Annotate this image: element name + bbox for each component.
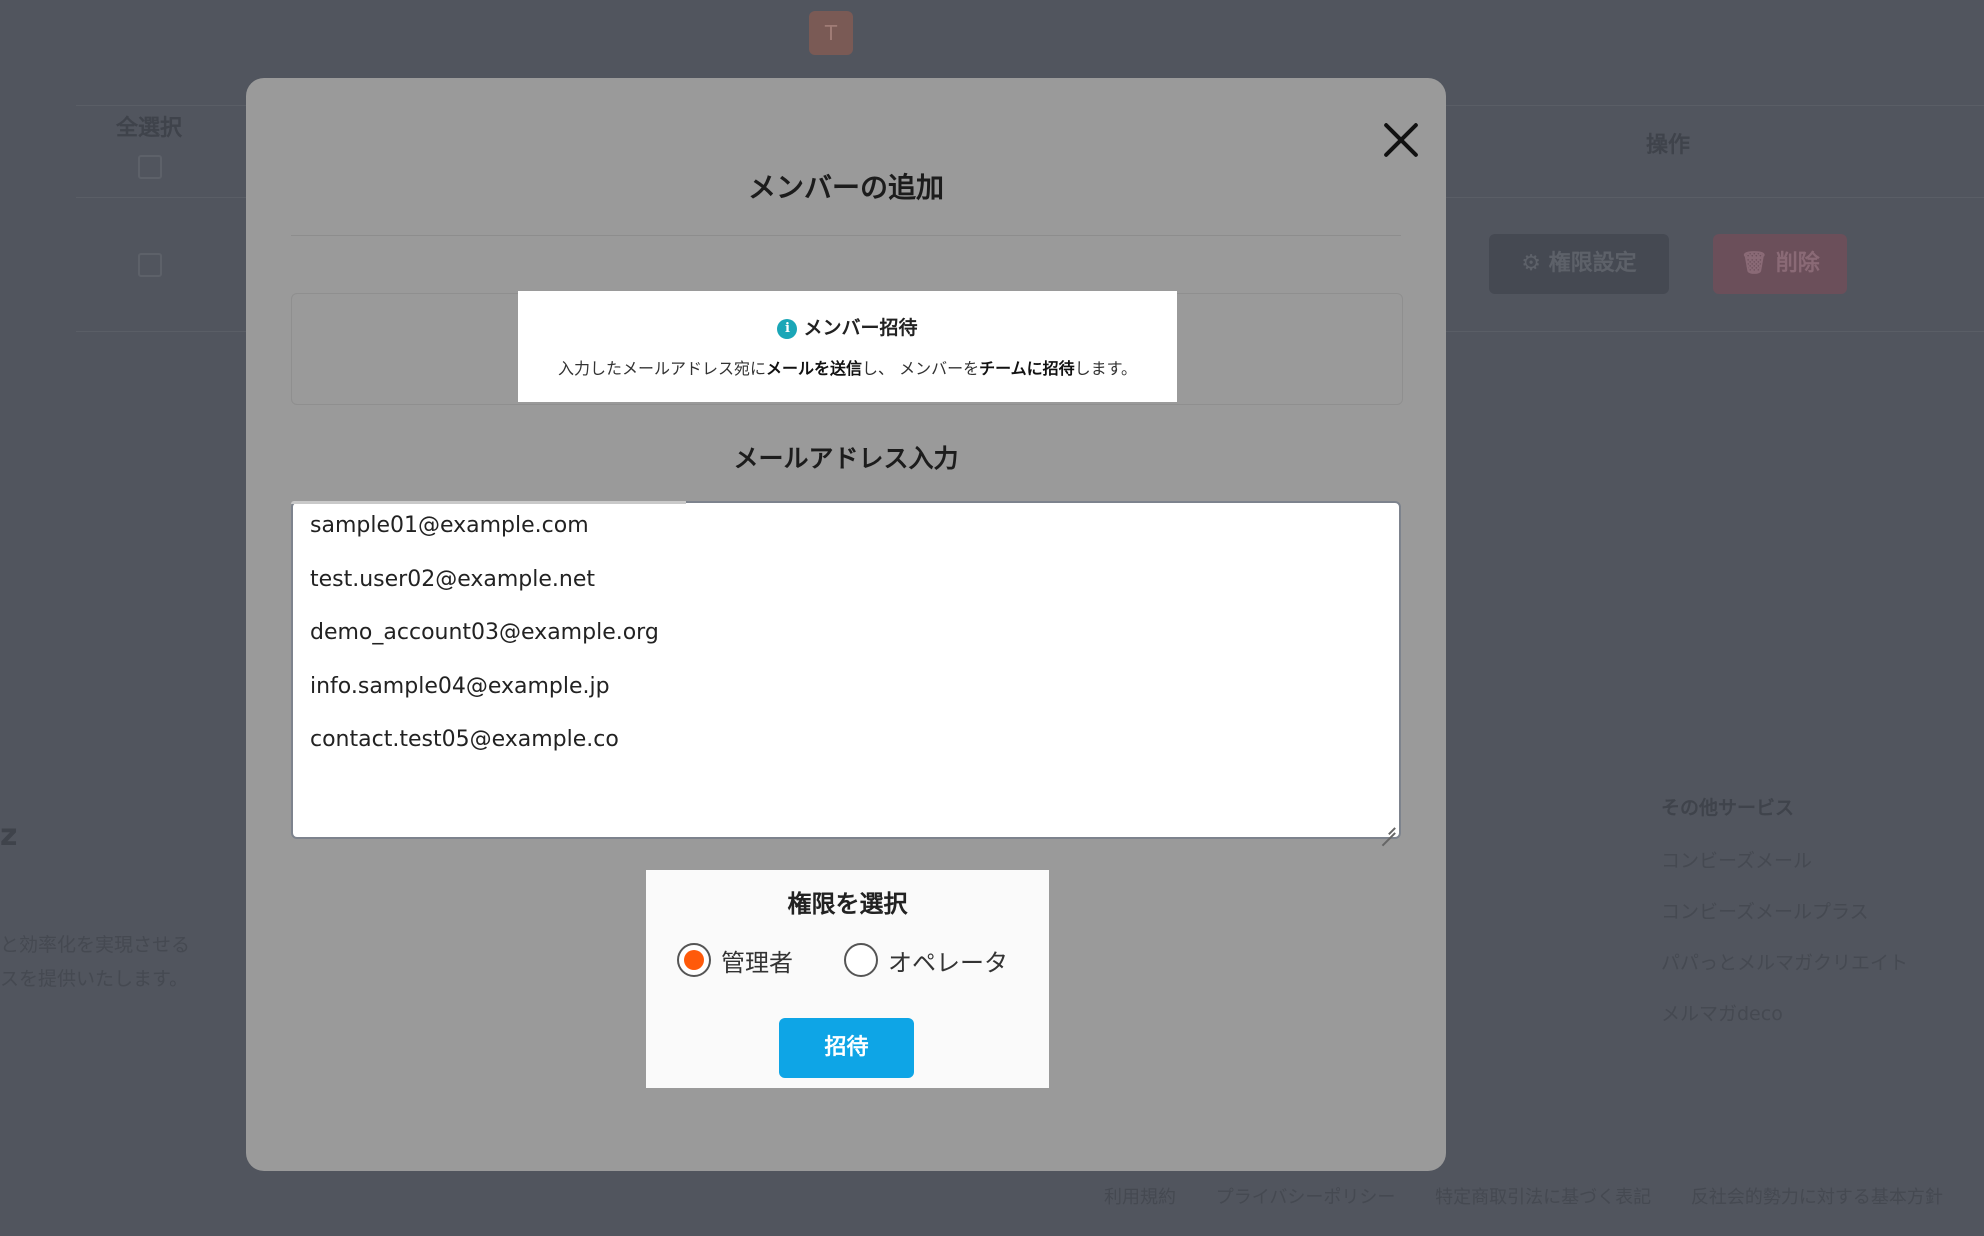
role-label-operator: オペレータ (888, 948, 1008, 977)
radio-unchecked-icon[interactable] (844, 943, 878, 977)
service-link: コンビーズメール (1661, 850, 1813, 872)
email-input-label: メールアドレス入力 (733, 444, 959, 473)
footer-links: 利用規約 プライバシーポリシー 特定商取引法に基づく表記 反社会的勢力に対する基… (1104, 1183, 1977, 1209)
email-line: sample01@example.com (310, 513, 589, 538)
email-line: test.user02@example.net (310, 567, 596, 592)
email-line: contact.test05@example.co (310, 727, 619, 752)
brand-fragment: z (0, 818, 18, 853)
role-panel: 権限を選択 管理者 オペレータ 招待 (646, 870, 1049, 1088)
footer-link-terms: 利用規約 (1104, 1187, 1176, 1208)
permission-settings-button: ⚙ 権限設定 (1489, 234, 1669, 294)
info-heading: i メンバー招待 (518, 313, 1177, 340)
other-services-heading: その他サービス (1661, 797, 1795, 819)
role-label-admin: 管理者 (721, 948, 793, 977)
invite-button[interactable]: 招待 (779, 1018, 914, 1078)
info-description: 入力したメールアドレス宛にメールを送信し、 メンバーをチームに招待します。 (518, 355, 1177, 379)
delete-button: 🗑 削除 (1713, 234, 1847, 294)
user-avatar: T (809, 11, 853, 55)
add-member-modal: メンバーの追加 i メンバー招待 入力したメールアドレス宛にメールを送信し、 メン… (246, 78, 1446, 1171)
email-textarea[interactable]: sample01@example.com test.user02@example… (291, 501, 1401, 839)
email-line: info.sample04@example.jp (310, 674, 610, 699)
footer-link-commerce: 特定商取引法に基づく表記 (1435, 1187, 1652, 1208)
select-all-checkbox (138, 155, 162, 179)
actions-header: 操作 (1646, 133, 1691, 158)
service-link: コンビーズメールプラス (1661, 901, 1869, 923)
footer-link-antisocial: 反社会的勢力に対する基本方針 (1690, 1187, 1943, 1208)
info-heading-text: メンバー招待 (803, 317, 918, 339)
row-checkbox (138, 253, 162, 277)
resize-grip-icon[interactable] (1381, 819, 1395, 833)
info-panel: i メンバー招待 入力したメールアドレス宛にメールを送信し、 メンバーをチームに招… (518, 291, 1177, 402)
service-link: メルマガdeco (1661, 1003, 1783, 1025)
info-desc-bold: メールを送信 (765, 359, 862, 378)
role-title: 権限を選択 (787, 890, 908, 918)
select-all-header: 全選択 (116, 116, 183, 141)
brand-description-line1: と効率化を実現させる (0, 934, 191, 956)
title-divider (291, 235, 1401, 236)
modal-title: メンバーの追加 (747, 171, 944, 204)
service-link: パパっとメルマガクリエイト (1661, 952, 1909, 974)
close-icon[interactable] (1375, 114, 1427, 166)
footer-link-privacy: プライバシーポリシー (1215, 1187, 1396, 1208)
info-desc-text: し、 メンバーを (862, 359, 980, 378)
info-icon: i (777, 319, 798, 339)
radio-checked-icon[interactable] (677, 943, 711, 977)
info-desc-bold: チームに招待 (979, 359, 1075, 378)
role-radio-admin[interactable]: 管理者 (677, 940, 793, 980)
role-radio-operator[interactable]: オペレータ (844, 940, 1008, 980)
info-desc-text: します。 (1074, 359, 1138, 378)
email-line: demo_account03@example.org (310, 620, 659, 645)
info-desc-text: 入力したメールアドレス宛に (557, 359, 766, 378)
brand-description-line2: スを提供いたします。 (0, 968, 189, 990)
